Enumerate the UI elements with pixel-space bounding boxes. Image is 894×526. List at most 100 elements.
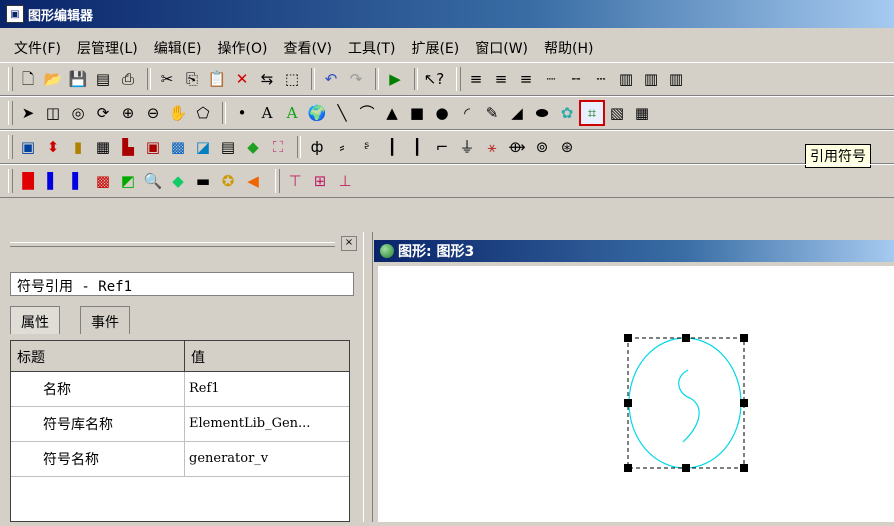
bars2-icon[interactable]: ▥: [665, 68, 687, 90]
spinner-icon[interactable]: ⬍: [42, 136, 64, 158]
line-dot-icon[interactable]: ┄: [590, 68, 612, 90]
resize-handle[interactable]: [624, 334, 632, 342]
text-color-icon[interactable]: A: [281, 102, 303, 124]
bars-icon[interactable]: ▥: [640, 68, 662, 90]
capsule-icon[interactable]: ⬬: [531, 102, 553, 124]
calculator-icon[interactable]: ▤: [217, 136, 239, 158]
table-icon[interactable]: ▦: [92, 136, 114, 158]
context-help-icon[interactable]: ↖?: [423, 68, 445, 90]
layout-down-icon[interactable]: ⊥: [334, 170, 356, 192]
panel-close-button[interactable]: ×: [341, 236, 357, 251]
rectangle-icon[interactable]: ■: [406, 102, 428, 124]
grid-icon[interactable]: ▦: [631, 102, 653, 124]
tab-properties[interactable]: 属性: [10, 306, 60, 334]
menu-extend[interactable]: 扩展(E): [411, 38, 459, 58]
hatch-icon[interactable]: ▥: [615, 68, 637, 90]
menu-layer[interactable]: 层管理(L): [77, 38, 138, 58]
line-style-icon[interactable]: ┈: [540, 68, 562, 90]
menu-help[interactable]: 帮助(H): [544, 38, 593, 58]
toolbar-grip[interactable]: [8, 101, 13, 125]
line-dash-icon[interactable]: ╌: [565, 68, 587, 90]
switch-symbol-icon[interactable]: ф: [306, 136, 328, 158]
polyline-icon[interactable]: ⌒: [356, 102, 378, 124]
menu-edit[interactable]: 编辑(E): [154, 38, 202, 58]
pan-hand-icon[interactable]: ✋: [167, 102, 189, 124]
trend-icon[interactable]: ◪: [192, 136, 214, 158]
zoom-in-icon[interactable]: ⊕: [117, 102, 139, 124]
table-row[interactable]: 符号库名称 ElementLib_Gen...: [11, 407, 349, 442]
object-name-field[interactable]: 符号引用 - Ref1: [10, 272, 354, 296]
cut-icon[interactable]: ✂: [156, 68, 178, 90]
zoom-tool-icon[interactable]: ◎: [67, 102, 89, 124]
menu-file[interactable]: 文件(F): [14, 38, 61, 58]
property-value[interactable]: generator_v: [185, 442, 349, 476]
arc-icon[interactable]: ◜: [456, 102, 478, 124]
align-left-icon[interactable]: ≡: [465, 68, 487, 90]
toolbar-grip[interactable]: [8, 169, 13, 193]
save-icon[interactable]: 💾: [67, 68, 89, 90]
layout-mid-icon[interactable]: ⊞: [309, 170, 331, 192]
numeric-display-icon[interactable]: ▣: [17, 136, 39, 158]
toolbar-grip[interactable]: [8, 67, 13, 91]
copy-icon[interactable]: ⎘: [181, 68, 203, 90]
line-icon[interactable]: ╲: [331, 102, 353, 124]
monitor-icon[interactable]: ▬: [192, 170, 214, 192]
swap-icon[interactable]: ⇆: [256, 68, 278, 90]
header-value[interactable]: 值: [185, 341, 349, 371]
toolbar-grip[interactable]: [456, 67, 461, 91]
menu-window[interactable]: 窗口(W): [475, 38, 528, 58]
pointer-icon[interactable]: ➤: [17, 102, 39, 124]
table-row[interactable]: 符号名称 generator_v: [11, 442, 349, 477]
toolbar-grip[interactable]: [275, 169, 280, 193]
resize-handle[interactable]: [624, 399, 632, 407]
paste-icon[interactable]: 📋: [206, 68, 228, 90]
ellipse-icon[interactable]: ●: [431, 102, 453, 124]
header-title[interactable]: 标题: [11, 341, 185, 371]
resize-handle[interactable]: [682, 334, 690, 342]
chart-icon[interactable]: ▩: [167, 136, 189, 158]
menu-tools[interactable]: 工具(T): [348, 38, 395, 58]
property-value[interactable]: Ref1: [185, 372, 349, 406]
reactor-icon[interactable]: ⊛: [556, 136, 578, 158]
red-block-icon[interactable]: █: [17, 170, 39, 192]
blue-bar2-icon[interactable]: ▌: [67, 170, 89, 192]
busbar2-icon[interactable]: ┃: [406, 136, 428, 158]
shape-edit-icon[interactable]: ⬠: [192, 102, 214, 124]
busbar-icon[interactable]: ┃: [381, 136, 403, 158]
triangle-icon[interactable]: ▲: [381, 102, 403, 124]
resize-handle[interactable]: [682, 464, 690, 472]
align-right-icon[interactable]: ≡: [515, 68, 537, 90]
drawing-canvas[interactable]: [378, 266, 894, 522]
table-row[interactable]: 名称 Ref1: [11, 372, 349, 407]
pattern-icon[interactable]: ▩: [92, 170, 114, 192]
landscape-icon[interactable]: ◩: [117, 170, 139, 192]
page-setup-icon[interactable]: ▤: [92, 68, 114, 90]
property-value[interactable]: ElementLib_Gen...: [185, 407, 349, 441]
panel-dock-grip[interactable]: [10, 242, 335, 247]
ground-icon[interactable]: ⏚: [456, 136, 478, 158]
text-icon[interactable]: A: [256, 102, 278, 124]
picture-icon[interactable]: ▣: [142, 136, 164, 158]
zoom-out-icon[interactable]: ⊖: [142, 102, 164, 124]
align-center-icon[interactable]: ≡: [490, 68, 512, 90]
point-icon[interactable]: •: [231, 102, 253, 124]
pen-icon[interactable]: ✎: [481, 102, 503, 124]
undo-icon[interactable]: ↶: [320, 68, 342, 90]
find-icon[interactable]: 🔍: [142, 170, 164, 192]
diamond-icon[interactable]: ◆: [167, 170, 189, 192]
triangle-tool-icon[interactable]: ◀: [242, 170, 264, 192]
zoom-rect-icon[interactable]: ◫: [42, 102, 64, 124]
delete-icon[interactable]: ✕: [231, 68, 253, 90]
badge-icon[interactable]: ✪: [217, 170, 239, 192]
generator-icon[interactable]: ⟴: [506, 136, 528, 158]
rotate-icon[interactable]: ⟳: [92, 102, 114, 124]
tab-events[interactable]: 事件: [80, 306, 130, 334]
transformer-icon[interactable]: ⊚: [531, 136, 553, 158]
blue-bar-icon[interactable]: ▌: [42, 170, 64, 192]
document-titlebar[interactable]: 图形: 图形3: [374, 240, 894, 262]
indicator-icon[interactable]: ◆: [242, 136, 264, 158]
window-titlebar[interactable]: ▣ 图形编辑器: [0, 0, 894, 28]
jumper-icon[interactable]: ⌐: [431, 136, 453, 158]
flower-icon[interactable]: ✿: [556, 102, 578, 124]
menu-operate[interactable]: 操作(O): [218, 38, 268, 58]
